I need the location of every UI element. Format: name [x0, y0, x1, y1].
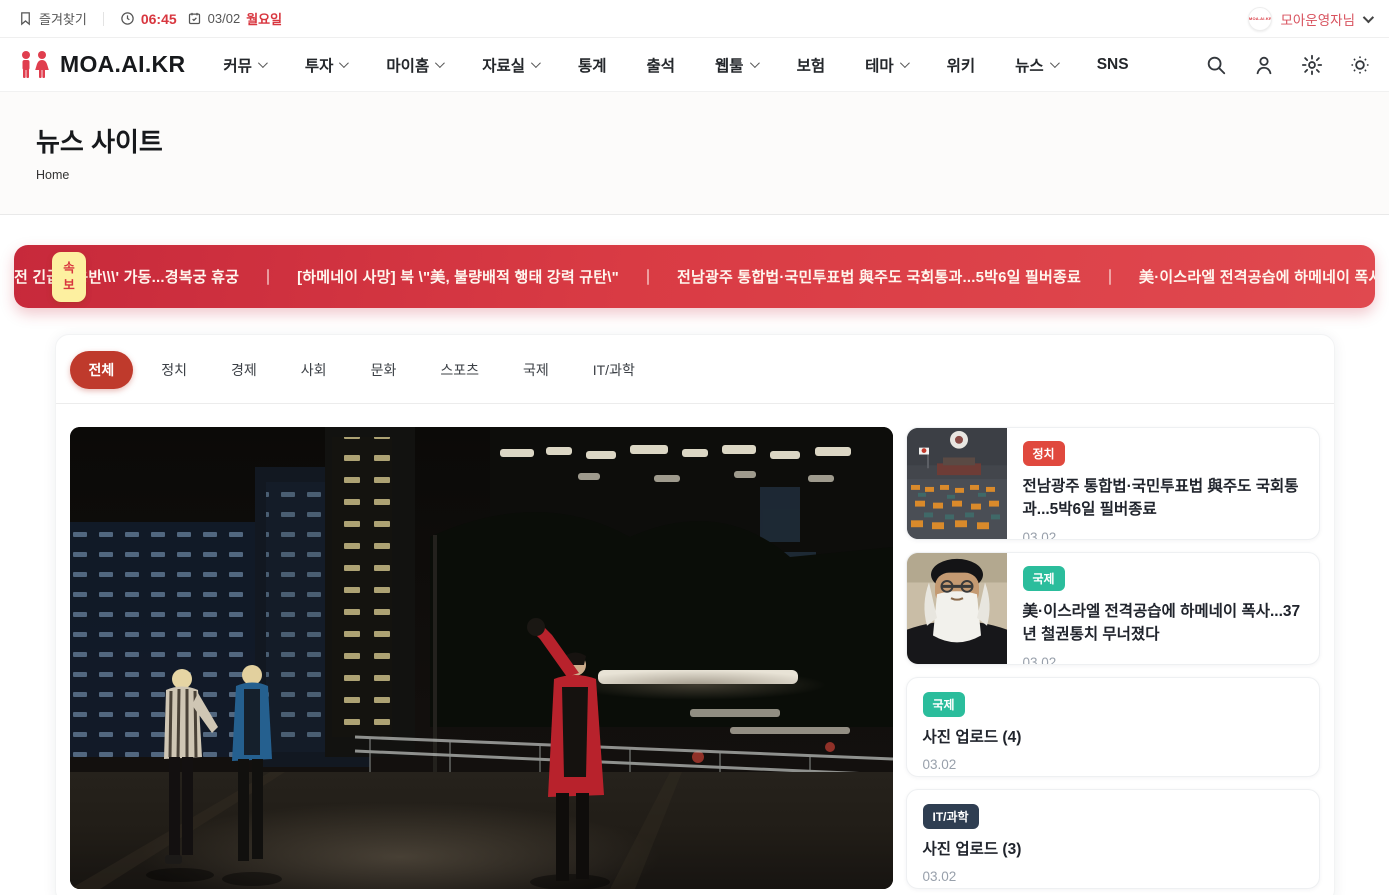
ticker-item[interactable]: 美·이스라엘 전격공습에 하메네이 폭사...37년 철권통치 무너졌다	[1139, 266, 1375, 287]
ticker-separator	[1109, 269, 1111, 285]
current-time: 06:45	[141, 11, 177, 27]
ticker-item[interactable]: [하메네이 사망] 북 \"美, 불량배적 행태 강력 규탄\"	[297, 266, 619, 287]
chevron-down-icon	[435, 58, 445, 68]
favorites-button[interactable]: 즐겨찾기	[18, 9, 87, 28]
nav-item-invest[interactable]: 투자	[305, 54, 347, 76]
current-date: 03/02	[208, 11, 241, 26]
account-menu[interactable]: MOA.AI.KR 모아운영자님	[1248, 7, 1371, 31]
national-assembly-thumbnail	[907, 428, 1007, 539]
clock-readout: 06:45	[120, 11, 177, 27]
page-title: 뉴스 사이트	[36, 122, 1353, 159]
nav-item-stats[interactable]: 통계	[578, 54, 607, 76]
calendar-icon	[187, 11, 202, 26]
nav-item-archive[interactable]: 자료실	[482, 54, 538, 76]
news-content-card: 전체 정치 경제 사회 문화 스포츠 국제 IT/과학	[55, 334, 1335, 895]
sidebar-news-list: 정치 전남광주 통합법·국민투표법 與주도 국회통과...5박6일 필버종료 0…	[906, 427, 1320, 889]
avatar: MOA.AI.KR	[1248, 7, 1272, 31]
category-badge: 정치	[1023, 441, 1065, 466]
username: 모아운영자님	[1280, 9, 1355, 29]
nav-item-community[interactable]: 커뮤	[223, 54, 265, 76]
news-card-world[interactable]: 국제 美·이스라엘 전격공습에 하메네이 폭사...37년 철권통치 무너졌다 …	[906, 552, 1320, 665]
ticker-separator	[647, 269, 649, 285]
nav-item-webtools[interactable]: 웹툴	[715, 54, 757, 76]
theme-toggle-icon[interactable]	[1349, 54, 1371, 76]
ticker-track: 안전 긴급대응반\\\' 가동...경복궁 휴궁 [하메네이 사망] 북 \"美…	[14, 266, 1375, 287]
user-icon[interactable]	[1253, 54, 1275, 76]
brand-logo-link[interactable]: MOA.AI.KR	[18, 50, 185, 80]
news-title: 전남광주 통합법·국민투표법 與주도 국회통과...5박6일 필버종료	[1023, 475, 1303, 522]
tab-world[interactable]: 국제	[507, 352, 565, 388]
tab-politics[interactable]: 정치	[145, 352, 203, 388]
tab-all[interactable]: 전체	[70, 351, 134, 389]
topbar-divider	[103, 12, 104, 26]
news-title: 사진 업로드 (4)	[923, 726, 1022, 749]
khamenei-thumbnail	[907, 553, 1007, 664]
breaking-news-ticker[interactable]: 안전 긴급대응반\\\' 가동...경복궁 휴궁 [하메네이 사망] 북 \"美…	[14, 245, 1375, 308]
date-readout: 03/02 월요일	[187, 9, 282, 28]
nav-item-theme[interactable]: 테마	[865, 54, 907, 76]
chevron-down-icon	[339, 58, 349, 68]
news-title: 사진 업로드 (3)	[923, 838, 1022, 861]
nav-item-news[interactable]: 뉴스	[1015, 54, 1057, 76]
tab-sports[interactable]: 스포츠	[424, 352, 495, 388]
nav-item-insurance[interactable]: 보험	[797, 54, 826, 76]
ticker-item[interactable]: 전남광주 통합법·국민투표법 與주도 국회통과...5박6일 필버종료	[677, 266, 1081, 287]
news-card-photo-upload-3[interactable]: IT/과학 사진 업로드 (3) 03.02	[906, 789, 1320, 889]
category-badge: 국제	[1023, 566, 1065, 591]
news-date: 03.02	[923, 869, 957, 884]
tab-society[interactable]: 사회	[285, 352, 343, 388]
news-date: 03.02	[923, 757, 957, 772]
bookmark-icon	[18, 11, 33, 26]
nav-item-myhome[interactable]: 마이홈	[386, 54, 442, 76]
night-street-scene	[70, 427, 893, 889]
ticker-separator	[267, 269, 269, 285]
chevron-down-icon	[750, 58, 760, 68]
tab-it-science[interactable]: IT/과학	[577, 352, 651, 388]
category-badge: IT/과학	[923, 804, 979, 829]
news-title: 美·이스라엘 전격공습에 하메네이 폭사...37년 철권통치 무너졌다	[1023, 600, 1303, 647]
current-day: 월요일	[246, 9, 282, 28]
tab-economy[interactable]: 경제	[215, 352, 273, 388]
chevron-down-icon	[900, 58, 910, 68]
clock-icon	[120, 11, 135, 26]
chevron-down-icon	[1050, 58, 1060, 68]
news-card-politics[interactable]: 정치 전남광주 통합법·국민투표법 與주도 국회통과...5박6일 필버종료 0…	[906, 427, 1320, 540]
search-icon[interactable]	[1205, 54, 1227, 76]
news-date: 03.02	[1023, 530, 1057, 541]
brand-text: MOA.AI.KR	[60, 51, 185, 78]
breaking-badge: 속보	[52, 252, 86, 302]
category-tabs: 전체 정치 경제 사회 문화 스포츠 국제 IT/과학	[70, 349, 1320, 403]
news-date: 03.02	[1023, 655, 1057, 666]
top-utility-bar: 즐겨찾기 06:45 03/02 월요일 MOA.AI.KR 모아운영자님	[0, 0, 1389, 38]
chevron-down-icon	[258, 58, 268, 68]
main-navbar: MOA.AI.KR 커뮤 투자 마이홈 자료실 통계 출석 웹툴 보험 테마 위…	[0, 38, 1389, 92]
ticker-item[interactable]: 안전 긴급대응반\\\' 가동...경복궁 휴궁	[14, 266, 239, 287]
gear-icon[interactable]	[1301, 54, 1323, 76]
favorites-label: 즐겨찾기	[39, 9, 87, 28]
people-logo-icon	[18, 50, 52, 80]
chevron-down-icon	[531, 58, 541, 68]
page-header: 뉴스 사이트 Home	[0, 92, 1389, 215]
nav-menu: 커뮤 투자 마이홈 자료실 통계 출석 웹툴 보험 테마 위키 뉴스 SNS	[223, 54, 1128, 76]
breadcrumb[interactable]: Home	[36, 168, 1353, 182]
featured-article-image[interactable]	[70, 427, 893, 889]
chevron-down-icon	[1363, 11, 1374, 22]
news-card-photo-upload-4[interactable]: 국제 사진 업로드 (4) 03.02	[906, 677, 1320, 777]
category-badge: 국제	[923, 692, 965, 717]
tab-culture[interactable]: 문화	[355, 352, 413, 388]
nav-item-attendance[interactable]: 출석	[647, 54, 676, 76]
nav-item-sns[interactable]: SNS	[1097, 56, 1129, 74]
nav-item-wiki[interactable]: 위키	[947, 54, 976, 76]
